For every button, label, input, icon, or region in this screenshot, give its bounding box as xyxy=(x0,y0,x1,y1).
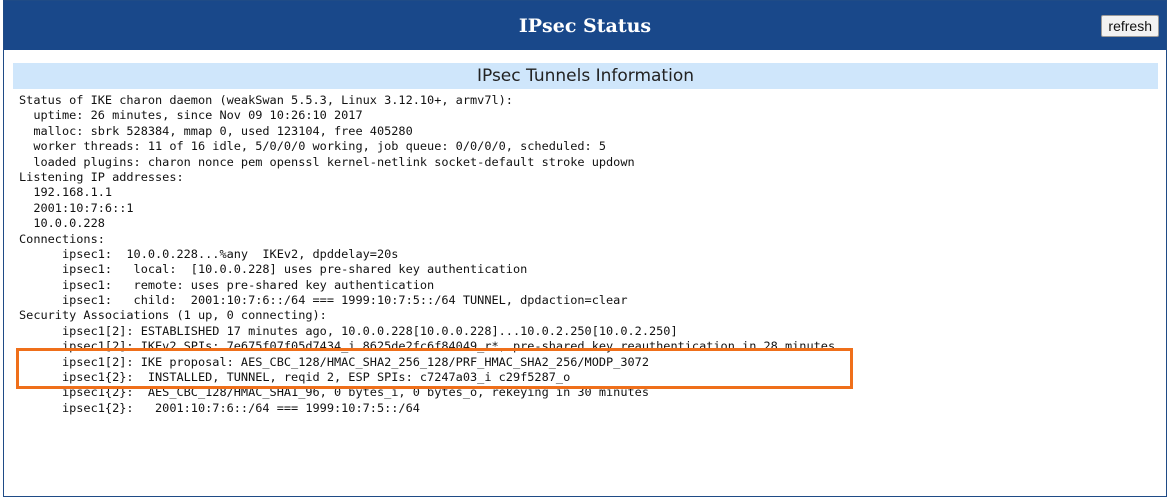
log-line: ipsec1: local: [10.0.0.228] uses pre-sha… xyxy=(19,262,528,277)
log-line: loaded plugins: charon nonce pem openssl… xyxy=(19,154,635,169)
log-line: ipsec1[2]: IKE proposal: AES_CBC_128/HMA… xyxy=(19,354,649,369)
log-line: ipsec1{2}: AES_CBC_128/HMAC_SHA1_96, 0 b… xyxy=(19,385,649,400)
log-line: ipsec1: remote: uses pre-shared key auth… xyxy=(19,277,435,292)
log-line: ipsec1: child: 2001:10:7:6::/64 === 1999… xyxy=(19,293,628,308)
ipsec-status-log: Status of IKE charon daemon (weakSwan 5.… xyxy=(19,93,1159,416)
log-line: uptime: 26 minutes, since Nov 09 10:26:1… xyxy=(19,108,363,123)
log-line: malloc: sbrk 528384, mmap 0, used 123104… xyxy=(19,123,413,138)
page-title: IPsec Status xyxy=(518,14,652,37)
log-line: Connections: xyxy=(19,231,105,246)
log-line: ipsec1[2]: ESTABLISHED 17 minutes ago, 1… xyxy=(19,323,678,338)
log-line: 10.0.0.228 xyxy=(19,216,105,231)
log-line: ipsec1{2}: INSTALLED, TUNNEL, reqid 2, E… xyxy=(19,370,571,385)
section-header: IPsec Tunnels Information xyxy=(13,63,1158,89)
refresh-button[interactable]: refresh xyxy=(1101,15,1159,37)
log-line: ipsec1: 10.0.0.228...%any IKEv2, dpddela… xyxy=(19,246,399,261)
log-line: worker threads: 11 of 16 idle, 5/0/0/0 w… xyxy=(19,139,607,154)
log-line: Status of IKE charon daemon (weakSwan 5.… xyxy=(19,93,513,107)
title-bar: IPsec Status refresh xyxy=(4,1,1166,50)
log-line: Listening IP addresses: xyxy=(19,169,184,184)
log-line: ipsec1{2}: 2001:10:7:6::/64 === 1999:10:… xyxy=(19,400,420,415)
ipsec-status-panel: IPsec Status refresh IPsec Tunnels Infor… xyxy=(3,0,1167,497)
log-line: 192.168.1.1 xyxy=(19,185,113,200)
log-line: ipsec1[2]: IKEv2 SPIs: 7e675f07f05d7434_… xyxy=(19,339,836,354)
log-line: 2001:10:7:6::1 xyxy=(19,200,134,215)
log-line: Security Associations (1 up, 0 connectin… xyxy=(19,308,327,323)
